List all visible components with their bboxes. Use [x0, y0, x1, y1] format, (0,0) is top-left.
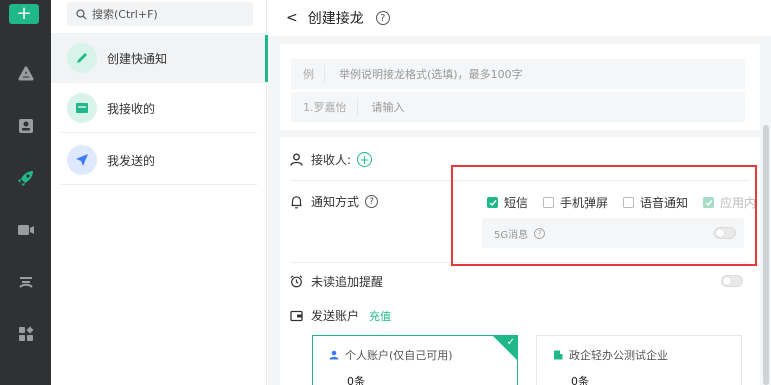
- divider: [61, 184, 257, 185]
- search-placeholder: 搜索(Ctrl+F): [92, 8, 158, 21]
- entry-field[interactable]: 1.罗嘉怡 请输入: [291, 92, 745, 122]
- divider: [61, 132, 257, 133]
- search-input[interactable]: 搜索(Ctrl+F): [67, 2, 253, 26]
- cloud-icon[interactable]: [0, 262, 51, 302]
- unread-label: 未读追加提醒: [311, 275, 384, 289]
- wallet-icon: [290, 310, 303, 321]
- rocket-icon[interactable]: [0, 158, 51, 198]
- enterprise-icon: [554, 350, 563, 360]
- sidebar-item-create[interactable]: 创建快通知: [51, 33, 267, 83]
- help-icon[interactable]: ?: [365, 195, 379, 208]
- contacts-icon[interactable]: [0, 106, 51, 146]
- example-placeholder: 举例说明接龙格式(选填)，最多100字: [339, 68, 523, 81]
- bell-icon: [291, 195, 302, 208]
- account-card-enterprise[interactable]: 政企轻办公测试企业 0条: [536, 335, 742, 385]
- highlight-box: [451, 165, 757, 266]
- account-row: 发送账户 充值: [290, 307, 391, 324]
- example-field[interactable]: 例 举例说明接龙格式(选填)，最多100字: [291, 59, 745, 89]
- sidebar-item-label: 创建快通知: [107, 51, 168, 66]
- sidebar-item-label: 我接收的: [107, 101, 156, 116]
- example-prefix: 例: [291, 65, 325, 83]
- user-icon: [290, 153, 303, 166]
- list-panel: 搜索(Ctrl+F) 创建快通知 我接收的 我发送的: [51, 0, 267, 385]
- app-rail: +: [0, 0, 51, 385]
- page-header: < 创建接龙 ?: [268, 0, 771, 36]
- video-icon[interactable]: [0, 210, 51, 250]
- sidebar-item-received[interactable]: 我接收的: [51, 83, 267, 133]
- add-button[interactable]: +: [9, 4, 39, 24]
- apps-icon[interactable]: [0, 314, 51, 354]
- inbox-icon: [67, 93, 97, 123]
- recharge-link[interactable]: 充值: [369, 308, 391, 324]
- entry-prefix: 1.罗嘉怡: [291, 98, 358, 116]
- check-icon: ✓: [506, 337, 515, 348]
- account-card-personal[interactable]: ✓ 个人账户(仅自己可用) 0条: [312, 335, 518, 385]
- back-button[interactable]: <: [286, 10, 298, 26]
- scrollbar[interactable]: [763, 125, 769, 385]
- help-icon[interactable]: ?: [375, 11, 390, 25]
- entry-placeholder: 请输入: [371, 101, 405, 114]
- notify-label: 通知方式: [311, 195, 360, 209]
- search-icon: [76, 8, 87, 19]
- notify-row: 通知方式 ?: [290, 193, 379, 210]
- account-name: 政企轻办公测试企业: [569, 349, 668, 362]
- unread-row: 未读追加提醒: [290, 273, 383, 290]
- send-icon: [67, 145, 97, 175]
- receiver-row: 接收人: +: [290, 151, 373, 168]
- format-card: 例 举例说明接龙格式(选填)，最多100字 1.罗嘉怡 请输入: [280, 44, 760, 130]
- account-count: 0条: [571, 375, 589, 385]
- unread-toggle[interactable]: [721, 275, 743, 287]
- account-count: 0条: [347, 375, 365, 385]
- alarm-icon: [290, 275, 303, 288]
- page-title: 创建接龙: [307, 11, 364, 27]
- account-name: 个人账户(仅自己可用): [345, 349, 453, 362]
- user-icon: [329, 350, 339, 360]
- logo-icon[interactable]: [0, 54, 51, 94]
- receiver-label: 接收人:: [311, 153, 352, 167]
- sidebar-item-label: 我发送的: [107, 153, 156, 168]
- account-label: 发送账户: [311, 309, 360, 323]
- pencil-icon: [67, 43, 97, 73]
- add-receiver-button[interactable]: +: [357, 152, 373, 167]
- sidebar-item-sent[interactable]: 我发送的: [51, 135, 267, 185]
